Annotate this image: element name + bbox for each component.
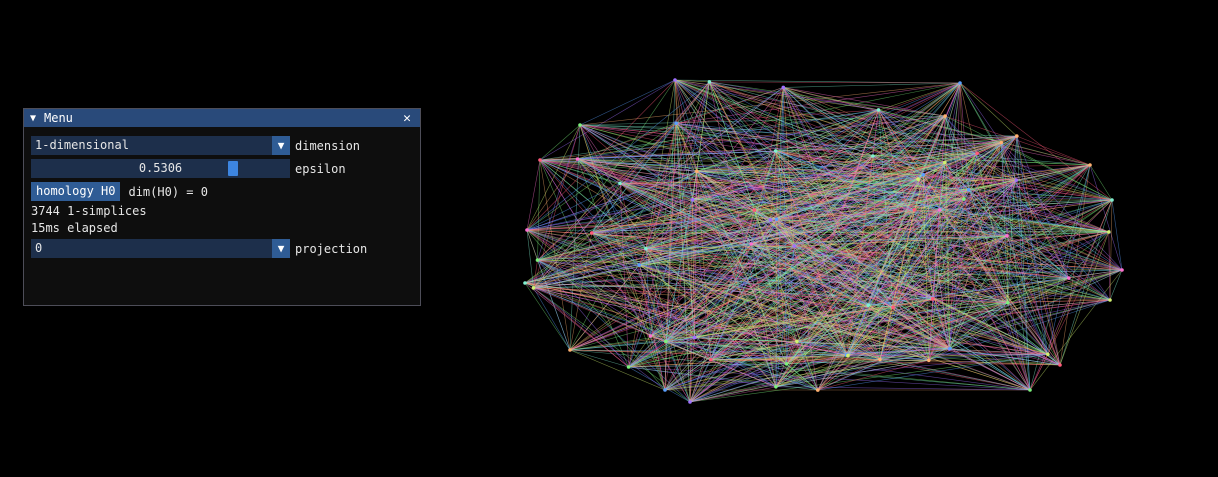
simplex-edge (1111, 199, 1123, 271)
menu-title: Menu (44, 111, 73, 125)
point-vertex (707, 80, 712, 84)
point-vertex (781, 85, 786, 90)
point-vertex (690, 197, 695, 202)
point-vertex (637, 263, 641, 267)
projection-label: projection (295, 241, 368, 256)
point-vertex (876, 108, 881, 112)
point-vertex (523, 281, 527, 285)
simplex-edge (526, 81, 710, 231)
homology-result: dim(H0) = 0 (128, 184, 208, 199)
point-vertex (709, 358, 713, 362)
point-vertex (795, 339, 799, 344)
point-vertex (774, 217, 779, 222)
epsilon-row: 0.5306 epsilon (31, 159, 346, 178)
point-vertex (1110, 198, 1114, 202)
epsilon-label: epsilon (295, 161, 346, 176)
point-vertex (688, 400, 692, 404)
simplex-edge (676, 109, 879, 124)
elapsed-time: 15ms elapsed (31, 221, 118, 235)
chevron-down-icon[interactable]: ▼ (272, 136, 290, 155)
point-vertex (673, 78, 677, 82)
point-vertex (575, 157, 580, 161)
dimension-label: dimension (295, 138, 361, 153)
point-vertex (664, 339, 668, 344)
point-vertex (784, 362, 789, 366)
edge-group (524, 79, 1123, 403)
point-vertex (531, 286, 536, 290)
point-vertex (1108, 298, 1112, 302)
dimension-value: 1-dimensional (35, 138, 129, 152)
point-vertex (1107, 230, 1111, 234)
point-vertex (773, 149, 778, 153)
point-vertex (768, 218, 773, 222)
point-vertex (1058, 363, 1062, 367)
chevron-down-icon[interactable]: ▼ (272, 239, 290, 258)
point-vertex (590, 231, 594, 235)
collapse-triangle-icon[interactable]: ▼ (30, 113, 44, 124)
point-vertex (535, 258, 540, 262)
point-vertex (866, 303, 871, 308)
point-vertex (948, 346, 952, 351)
epsilon-slider[interactable]: 0.5306 (31, 159, 290, 178)
point-vertex (975, 151, 979, 155)
point-vertex (962, 197, 966, 201)
point-vertex (912, 207, 917, 212)
menu-window[interactable]: ▼ Menu ✕ 1-dimensional ▼ dimension 0.530… (23, 108, 421, 306)
point-vertex (568, 348, 572, 352)
point-vertex (891, 305, 895, 310)
point-vertex (1088, 163, 1092, 167)
point-vertex (846, 353, 850, 358)
point-vertex (999, 140, 1004, 145)
point-vertex (648, 334, 653, 338)
projection-combo[interactable]: 0 ▼ (31, 239, 290, 258)
point-vertex (916, 177, 920, 181)
close-icon[interactable]: ✕ (400, 111, 414, 126)
epsilon-value: 0.5306 (138, 161, 183, 175)
point-vertex (927, 358, 931, 363)
point-vertex (1005, 234, 1009, 238)
point-vertex (878, 357, 882, 362)
simplex-edge (1016, 135, 1091, 166)
point-vertex (943, 160, 947, 165)
point-vertex (695, 169, 699, 173)
homology-row: homology H0 dim(H0) = 0 (31, 182, 208, 201)
simplices-count: 3744 1-simplices (31, 204, 147, 218)
point-vertex (1015, 134, 1019, 138)
point-vertex (1067, 276, 1071, 280)
simplex-edge (526, 159, 541, 231)
point-vertex (1006, 301, 1010, 305)
point-vertex (1046, 352, 1050, 357)
point-vertex (774, 385, 778, 389)
point-vertex (930, 297, 935, 301)
point-vertex (958, 81, 962, 85)
projection-row: 0 ▼ projection (31, 239, 367, 258)
point-vertex (792, 244, 796, 248)
point-vertex (626, 365, 631, 369)
point-vertex (618, 181, 622, 186)
dimension-row: 1-dimensional ▼ dimension (31, 136, 360, 155)
point-vertex (752, 208, 757, 212)
point-vertex (1028, 388, 1032, 392)
homology-button[interactable]: homology H0 (31, 182, 121, 201)
point-vertex (692, 335, 697, 340)
point-vertex (749, 242, 753, 246)
point-vertex (943, 114, 947, 118)
point-vertex (644, 246, 648, 251)
point-vertex (538, 158, 542, 162)
point-vertex (937, 208, 942, 212)
dimension-combo[interactable]: 1-dimensional ▼ (31, 136, 290, 155)
point-vertex (1014, 178, 1019, 182)
point-vertex (525, 228, 529, 232)
point-vertex (966, 188, 971, 192)
point-vertex (921, 173, 925, 177)
point-vertex (871, 154, 875, 158)
point-vertex (578, 123, 582, 127)
point-vertex (663, 388, 667, 392)
projection-value: 0 (35, 241, 43, 255)
simplex-edge (579, 79, 676, 126)
menu-titlebar[interactable]: ▼ Menu ✕ (24, 109, 420, 127)
point-vertex (674, 121, 678, 125)
point-vertex (816, 388, 820, 392)
point-vertex (1120, 268, 1124, 272)
